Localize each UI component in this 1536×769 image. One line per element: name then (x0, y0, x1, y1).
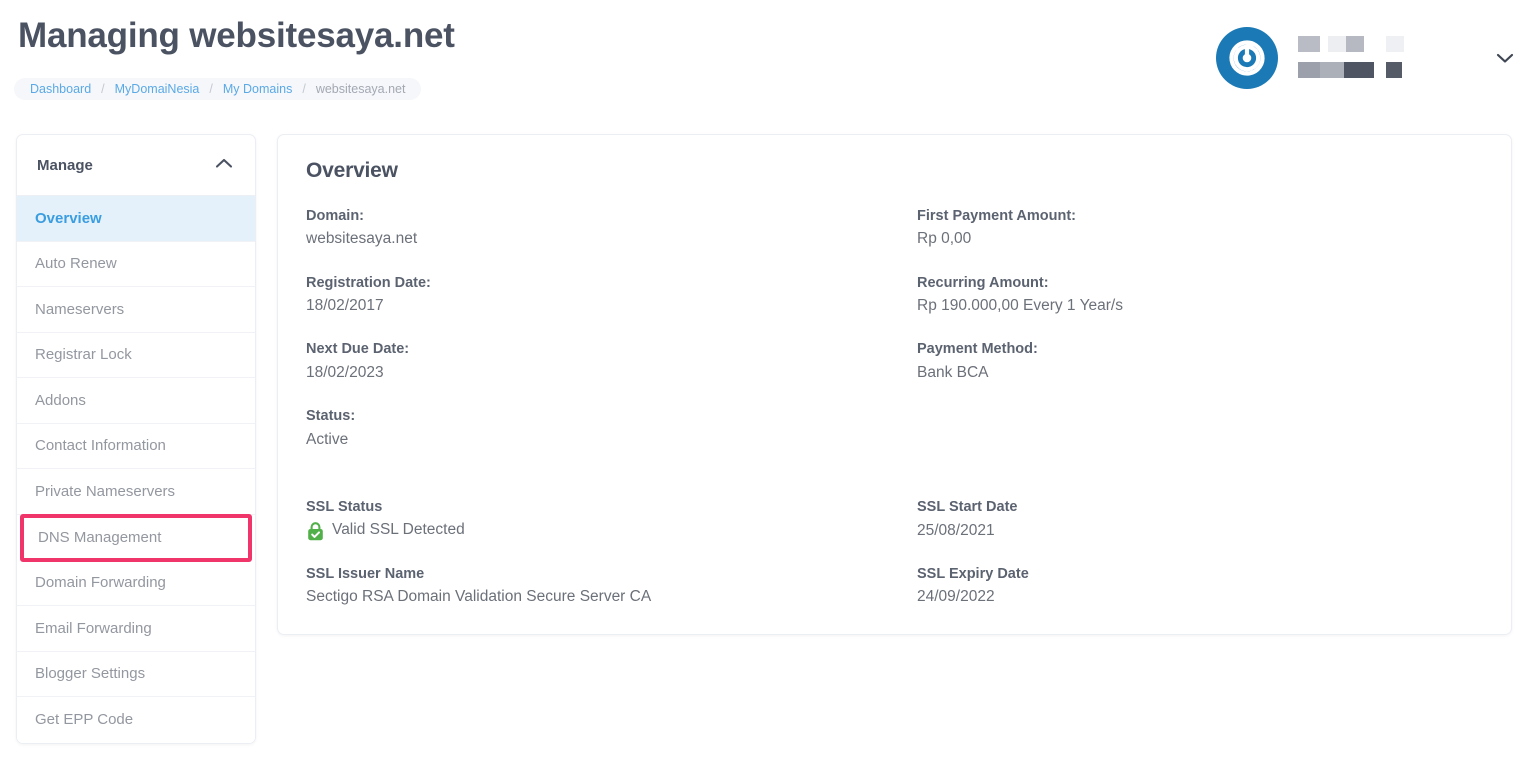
sidebar-item-label: Nameservers (35, 300, 125, 318)
field-label: SSL Start Date (917, 499, 1018, 516)
field-ssl-issuer-name: SSL Issuer Name Sectigo RSA Domain Valid… (306, 563, 866, 609)
sidebar-item-get-epp-code[interactable]: Get EPP Code (17, 697, 255, 743)
breadcrumb: Dashboard / MyDomaiNesia / My Domains / … (14, 78, 422, 100)
sidebar-item-registrar-lock[interactable]: Registrar Lock (17, 332, 255, 378)
field-value: 18/02/2023 (306, 363, 384, 381)
ssl-right-block: SSL Start Date 25/08/2021 SSL Expiry Dat… (917, 496, 1477, 608)
status-badge: Active (306, 430, 349, 448)
field-value: Sectigo RSA Domain Validation Secure Ser… (306, 588, 652, 606)
field-recurring-amount: Recurring Amount: Rp 190.000,00 Every 1 … (917, 272, 1477, 318)
sidebar-item-overview[interactable]: Overview (17, 196, 255, 242)
breadcrumb-item-dashboard[interactable]: Dashboard (30, 82, 91, 96)
breadcrumb-item-mydomainesia[interactable]: MyDomaiNesia (115, 82, 200, 96)
sidebar-item-label: Registrar Lock (35, 346, 132, 364)
field-ssl-expiry-date: SSL Expiry Date 24/09/2022 (917, 563, 1477, 609)
user-name-redacted (1294, 30, 1422, 86)
field-value: Rp 190.000,00 Every 1 Year/s (917, 297, 1123, 315)
field-label: Registration Date: (306, 274, 431, 291)
chevron-up-icon[interactable] (215, 156, 233, 174)
sidebar-item-addons[interactable]: Addons (17, 378, 255, 424)
sidebar-item-auto-renew[interactable]: Auto Renew (17, 241, 255, 287)
sidebar-item-label: Contact Information (35, 437, 166, 455)
field-value: 24/09/2022 (917, 588, 995, 606)
panel-title: Overview (306, 159, 398, 182)
sidebar-item-private-nameservers[interactable]: Private Nameservers (17, 469, 255, 515)
ssl-left-block: SSL Status Valid SSL Detected SSL Issuer… (306, 496, 866, 608)
field-label: Recurring Amount: (917, 274, 1049, 291)
field-value-row: Valid SSL Detected (306, 518, 866, 541)
field-next-due-date: Next Due Date: 18/02/2023 (306, 338, 866, 384)
sidebar-item-label: Blogger Settings (35, 665, 146, 683)
field-label: SSL Status (306, 498, 383, 515)
field-label: Payment Method: (917, 341, 1038, 358)
sidebar-item-blogger-settings[interactable]: Blogger Settings (17, 651, 255, 697)
field-label: SSL Expiry Date (917, 565, 1029, 582)
breadcrumb-item-current: websitesaya.net (315, 82, 406, 96)
sidebar-item-label: Email Forwarding (35, 619, 152, 637)
sidebar-item-label: Get EPP Code (35, 711, 134, 729)
sidebar-title: Manage (37, 156, 93, 174)
field-label: Status: (306, 408, 356, 425)
field-label: Domain: (306, 208, 364, 224)
field-status: Status: Active (306, 405, 866, 451)
sidebar-item-label: Auto Renew (35, 255, 117, 273)
field-label: Next Due Date: (306, 341, 410, 358)
overview-left-column: Domain: websitesaya.net Registration Dat… (306, 205, 866, 629)
sidebar: Manage Overview Auto Renew Nameservers R… (16, 134, 256, 744)
field-label: First Payment Amount: (917, 208, 1076, 224)
overview-panel: Overview Domain: websitesaya.net Registr… (277, 134, 1512, 635)
breadcrumb-item-my-domains[interactable]: My Domains (223, 82, 292, 96)
user-menu[interactable] (1216, 18, 1520, 98)
sidebar-item-nameservers[interactable]: Nameservers (17, 287, 255, 333)
field-value: 18/02/2017 (306, 297, 384, 315)
field-payment-method: Payment Method: Bank BCA (917, 338, 1477, 384)
field-value: Rp 0,00 (917, 230, 972, 248)
breadcrumb-separator: / (209, 82, 213, 96)
field-label: SSL Issuer Name (306, 565, 425, 582)
page-root: Managing websitesaya.net Dashboard / MyD… (0, 0, 1536, 769)
field-value: Valid SSL Detected (332, 521, 465, 539)
field-registration-date: Registration Date: 18/02/2017 (306, 272, 866, 318)
field-value: Bank BCA (917, 363, 989, 381)
page-header: Managing websitesaya.net Dashboard / MyD… (0, 0, 1536, 118)
field-value: 25/08/2021 (917, 521, 995, 539)
sidebar-item-email-forwarding[interactable]: Email Forwarding (17, 606, 255, 652)
breadcrumb-separator: / (302, 82, 306, 96)
page-title: Managing websitesaya.net (18, 16, 455, 55)
sidebar-header[interactable]: Manage (17, 135, 255, 196)
spiral-logo-icon (1216, 27, 1278, 89)
sidebar-item-label: Addons (35, 391, 86, 409)
chevron-down-icon[interactable] (1490, 43, 1520, 73)
overview-right-column: First Payment Amount: Rp 0,00 Recurring … (917, 205, 1477, 630)
sidebar-item-label: Domain Forwarding (35, 574, 166, 592)
field-value: websitesaya.net (306, 230, 418, 248)
sidebar-item-label: DNS Management (38, 529, 162, 546)
sidebar-item-label: Private Nameservers (35, 482, 176, 500)
sidebar-item-dns-management[interactable]: DNS Management (20, 513, 252, 562)
field-ssl-start-date: SSL Start Date 25/08/2021 (917, 496, 1477, 542)
green-lock-check-icon (306, 521, 325, 541)
field-first-payment-amount: First Payment Amount: Rp 0,00 (917, 205, 1477, 251)
sidebar-item-label: Overview (35, 209, 102, 227)
field-ssl-status: SSL Status Valid SSL Detected (306, 496, 866, 542)
field-domain: Domain: websitesaya.net (306, 205, 866, 251)
sidebar-item-domain-forwarding[interactable]: Domain Forwarding (17, 560, 255, 606)
sidebar-item-contact-information[interactable]: Contact Information (17, 423, 255, 469)
breadcrumb-separator: / (101, 82, 105, 96)
